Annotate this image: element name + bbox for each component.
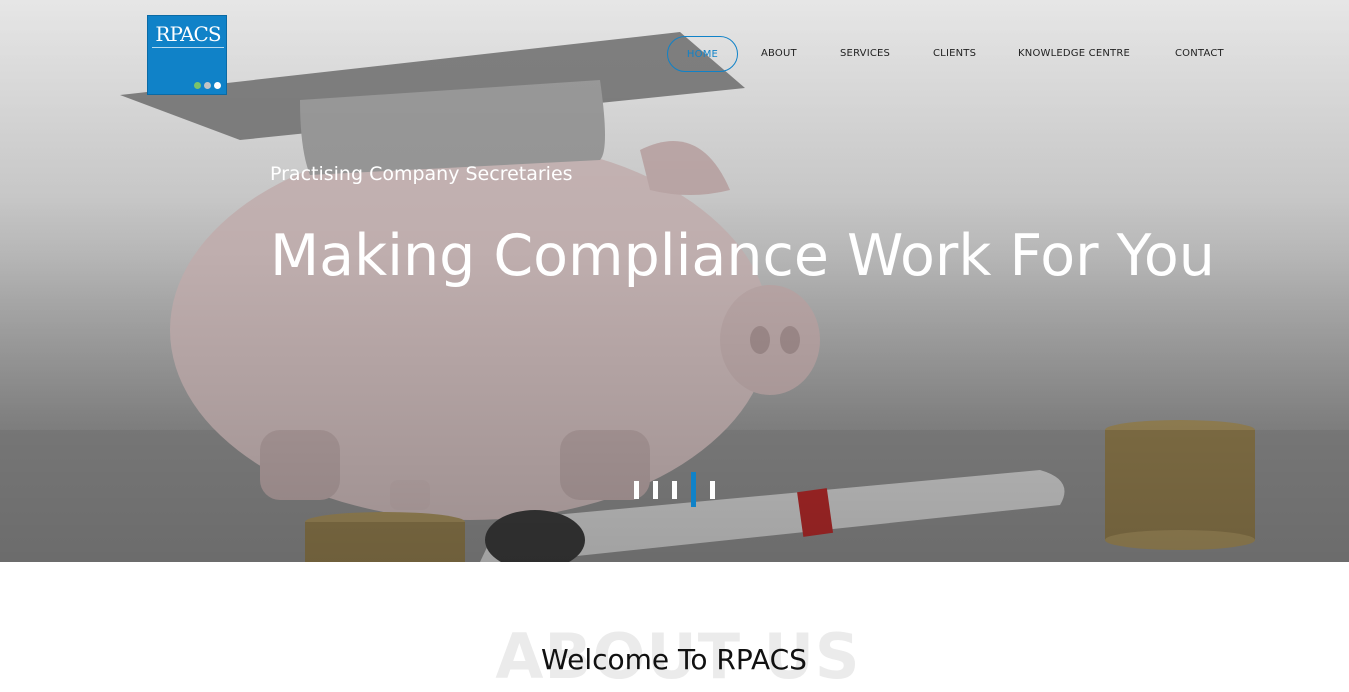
coin-stack-right: [1105, 420, 1255, 550]
logo-dot-green: [194, 82, 201, 89]
slider-pager: [630, 470, 730, 510]
about-heading: Welcome To RPACS: [541, 643, 807, 676]
coin-stack-left: [305, 512, 465, 562]
slide-indicator-4[interactable]: [691, 472, 696, 507]
nav-clients[interactable]: CLIENTS: [933, 36, 976, 72]
slide-indicator-2[interactable]: [653, 481, 658, 499]
slide-indicator-1[interactable]: [634, 481, 639, 499]
main-nav: HOME ABOUT SERVICES CLIENTS KNOWLEDGE CE…: [0, 36, 1349, 72]
nav-contact[interactable]: CONTACT: [1175, 36, 1224, 72]
logo-dot-grey: [204, 82, 211, 89]
hero-subtitle: Practising Company Secretaries: [270, 163, 573, 185]
slide-indicator-5[interactable]: [710, 481, 715, 499]
nav-about[interactable]: ABOUT: [761, 36, 797, 72]
nav-services[interactable]: SERVICES: [840, 36, 890, 72]
nav-knowledge-centre[interactable]: KNOWLEDGE CENTRE: [1018, 36, 1130, 72]
hero-headline: Making Compliance Work For You: [270, 223, 1215, 289]
slide-indicator-3[interactable]: [672, 481, 677, 499]
logo-dot-white: [214, 82, 221, 89]
nav-home[interactable]: HOME: [667, 36, 738, 72]
piggy-leg: [260, 430, 340, 500]
